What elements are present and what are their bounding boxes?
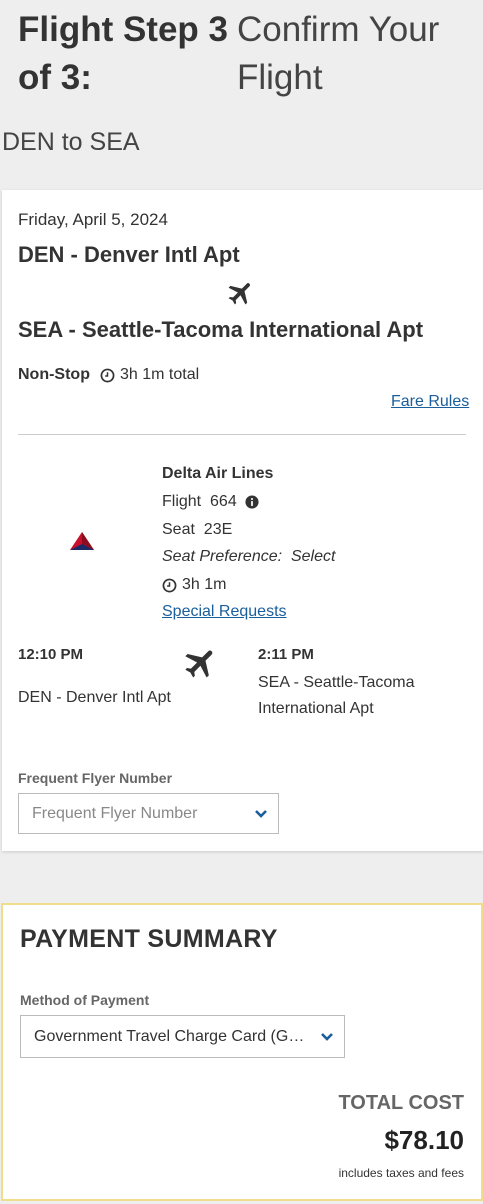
total-cost-note: includes taxes and fees <box>338 1166 464 1180</box>
stops-label: Non-Stop <box>18 366 90 383</box>
page-title: Confirm Your Flight <box>237 10 440 97</box>
payment-method-label: Method of Payment <box>20 992 150 1008</box>
flight-date: Friday, April 5, 2024 <box>18 210 168 229</box>
info-icon[interactable] <box>245 495 259 509</box>
airplane-icon <box>185 650 213 678</box>
departure-airport: DEN - Denver Intl Apt <box>18 689 171 706</box>
chevron-down-icon <box>255 809 267 818</box>
airline-name: Delta Air Lines <box>162 465 274 482</box>
total-duration: 3h 1m total <box>100 366 199 384</box>
origin-airport: DEN - Denver Intl Apt <box>18 242 240 267</box>
seat-assignment: Seat 23E <box>162 521 233 538</box>
page-header: Flight Step 3 of 3: Confirm Your Flight <box>18 6 478 106</box>
arrival-airport: SEA - Seattle-Tacoma International Apt <box>258 674 415 717</box>
flight-card: Friday, April 5, 2024 DEN - Denver Intl … <box>2 190 483 851</box>
flight-number: Flight 664 <box>162 493 259 511</box>
segment-duration-text: 3h 1m <box>182 576 227 593</box>
route-summary: DEN to SEA <box>2 128 140 156</box>
payment-summary-card: PAYMENT SUMMARY Method of Payment Govern… <box>1 903 483 1201</box>
airplane-icon <box>228 283 250 305</box>
chevron-down-icon <box>321 1032 333 1041</box>
fare-rules-link[interactable]: Fare Rules <box>391 393 469 411</box>
destination-airport: SEA - Seattle-Tacoma International Apt <box>18 317 424 342</box>
payment-method-select[interactable]: Government Travel Charge Card (GTCC) <box>20 1015 345 1058</box>
departure-time: 12:10 PM <box>18 646 84 663</box>
frequent-flyer-label: Frequent Flyer Number <box>18 770 173 786</box>
step-label: Flight Step 3 of 3: <box>18 10 228 97</box>
special-requests-link[interactable]: Special Requests <box>162 603 287 621</box>
seat-preference[interactable]: Seat Preference: Select <box>162 548 335 566</box>
clock-icon <box>100 368 115 382</box>
payment-summary-title: PAYMENT SUMMARY <box>20 925 278 953</box>
frequent-flyer-placeholder: Frequent Flyer Number <box>32 804 198 822</box>
total-cost-value: $78.10 <box>384 1125 464 1155</box>
frequent-flyer-select[interactable]: Frequent Flyer Number <box>18 793 279 834</box>
divider <box>18 434 466 435</box>
delta-logo <box>70 532 94 550</box>
total-duration-text: 3h 1m total <box>120 366 200 383</box>
flight-number-text: Flight 664 <box>162 493 237 510</box>
arrival-time: 2:11 PM <box>258 646 314 663</box>
segment-duration: 3h 1m <box>162 576 226 594</box>
clock-icon <box>162 578 177 592</box>
total-cost-label: TOTAL COST <box>338 1092 464 1114</box>
payment-method-value: Government Travel Charge Card (GTCC) <box>34 1027 309 1045</box>
